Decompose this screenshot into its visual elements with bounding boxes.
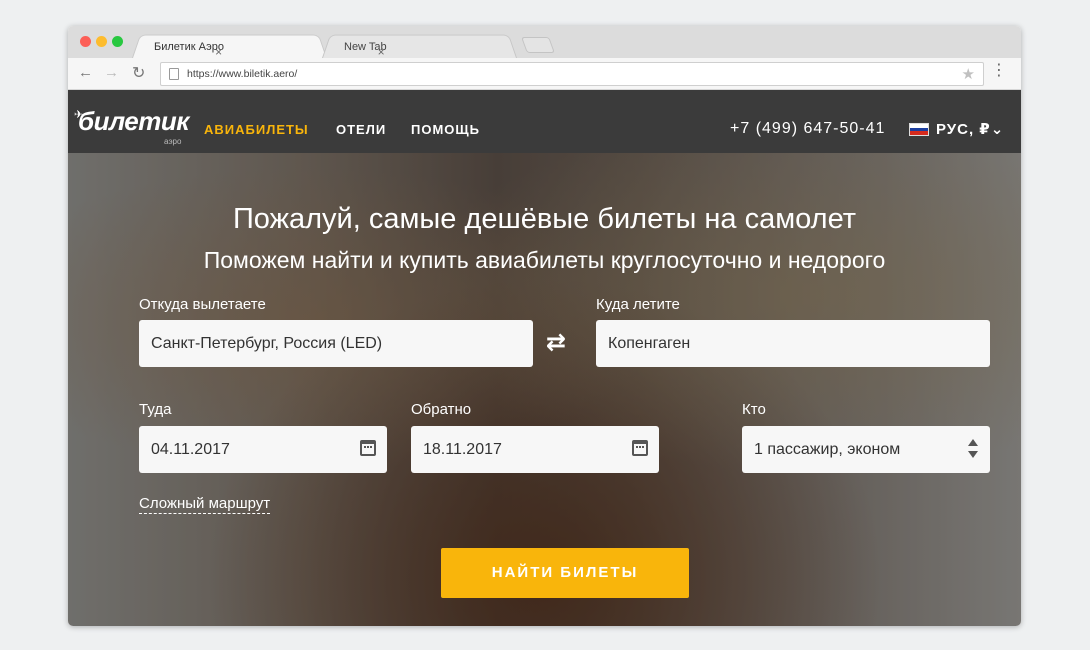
russia-flag-icon[interactable] — [909, 123, 929, 136]
caret-down-icon — [968, 451, 978, 458]
reload-icon[interactable]: ↻ — [132, 63, 145, 83]
page-icon — [169, 68, 179, 80]
site-header: ✈ билетик аэро АВИАБИЛЕТЫ ОТЕЛИ ПОМОЩЬ +… — [68, 90, 1021, 153]
chevron-down-icon: ⌄ — [990, 121, 1005, 138]
return-label: Обратно — [411, 401, 472, 418]
back-arrow-icon[interactable]: ← — [78, 64, 93, 81]
minimize-window-icon[interactable] — [96, 36, 107, 47]
bookmark-star-icon[interactable]: ★ — [962, 65, 975, 83]
hero-subtitle: Поможем найти и купить авиабилеты кругло… — [203, 247, 886, 273]
passengers-value: 1 пассажир, эконом — [754, 441, 901, 458]
site-logo-sub: аэро — [164, 137, 182, 146]
caret-up-icon — [968, 439, 978, 446]
to-label: Куда летите — [596, 296, 680, 313]
tab-new-tab[interactable]: New Tab × — [322, 32, 517, 59]
address-bar[interactable]: https://www.biletik.aero/ ★ — [160, 62, 984, 86]
close-tab-icon[interactable]: × — [215, 45, 222, 59]
tab-strip: Билетик Аэро × New Tab × — [68, 26, 1021, 59]
from-label: Откуда вылетаете — [139, 296, 266, 313]
tab-biletik[interactable]: Билетик Аэро × — [132, 32, 327, 59]
from-value: Санкт-Петербург, Россия (LED) — [151, 335, 383, 352]
complex-route-link[interactable]: Сложный маршрут — [139, 495, 271, 514]
language-currency-selector[interactable]: РУС, ₽⌄ — [936, 120, 1004, 138]
nav-help[interactable]: ПОМОЩЬ — [411, 122, 480, 137]
search-tickets-button[interactable]: НАЙТИ БИЛЕТЫ — [441, 548, 689, 598]
to-value: Копенгаген — [608, 335, 691, 352]
return-date-value: 18.11.2017 — [423, 441, 502, 458]
depart-date-input[interactable]: 04.11.2017 — [139, 426, 387, 473]
browser-toolbar: ← → ↻ https://www.biletik.aero/ ★ ⋮ — [68, 58, 1021, 90]
return-date-input[interactable]: 18.11.2017 — [411, 426, 659, 473]
hero-title: Пожалуй, самые дешёвые билеты на самолет — [232, 203, 857, 235]
depart-date-value: 04.11.2017 — [151, 441, 230, 458]
nav-flights[interactable]: АВИАБИЛЕТЫ — [204, 122, 309, 137]
browser-window: Билетик Аэро × New Tab × ← → ↻ https://w… — [68, 26, 1021, 626]
to-input[interactable]: Копенгаген — [596, 320, 990, 367]
forward-arrow-icon[interactable]: → — [104, 64, 119, 81]
swap-direction-icon[interactable]: ⇄ — [546, 328, 566, 357]
passengers-select[interactable]: 1 пассажир, эконом — [742, 426, 990, 473]
url-text[interactable]: https://www.biletik.aero/ — [187, 68, 297, 80]
close-tab-icon[interactable]: × — [378, 45, 385, 59]
calendar-icon[interactable] — [360, 440, 376, 456]
language-currency-label: РУС, ₽ — [936, 121, 991, 138]
calendar-icon[interactable] — [632, 440, 648, 456]
from-input[interactable]: Санкт-Петербург, Россия (LED) — [139, 320, 533, 367]
close-window-icon[interactable] — [80, 36, 91, 47]
tab-title: Билетик Аэро — [154, 41, 225, 53]
passengers-label: Кто — [742, 401, 766, 418]
site-logo[interactable]: билетик — [78, 106, 189, 137]
browser-menu-icon[interactable]: ⋮ — [991, 63, 1007, 79]
new-tab-button[interactable] — [521, 37, 555, 53]
phone-number[interactable]: +7 (499) 647-50-41 — [730, 120, 885, 138]
maximize-window-icon[interactable] — [112, 36, 123, 47]
depart-label: Туда — [139, 401, 172, 418]
nav-hotels[interactable]: ОТЕЛИ — [336, 122, 386, 137]
hero-section: Пожалуй, самые дешёвые билеты на самолет… — [68, 153, 1021, 626]
